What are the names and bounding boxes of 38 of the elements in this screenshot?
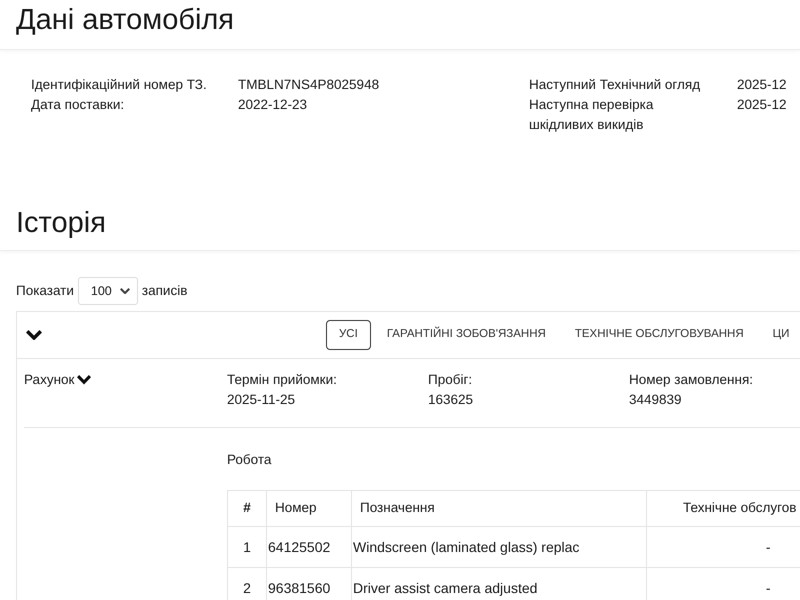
field-value: 2025-12 (737, 76, 787, 94)
table-cell: 96381560 (266, 568, 352, 600)
show-label: Показати (16, 282, 74, 300)
table-cell: Windscreen (laminated glass) replac (352, 526, 646, 568)
field-label: Наступний Технічний огляд (529, 76, 702, 94)
table-cell: 1 (228, 526, 266, 568)
page-title: Дані автомобіля (16, 3, 234, 37)
field-label: Термін прийомки: (227, 371, 338, 389)
filter-tab[interactable]: ГАРАНТІЙНІ ЗОБОВ'ЯЗАННЯ (386, 320, 547, 350)
section-label: Робота (227, 451, 272, 469)
table-cell: Driver assist camera adjusted (352, 568, 646, 600)
field-label: Номер замовлення: (629, 371, 754, 389)
filter-tab[interactable]: УСІ (326, 320, 371, 350)
field-label: Пробіг: (428, 371, 474, 389)
field-value: 2022-12-23 (238, 96, 308, 114)
table-cell: 2 (228, 568, 266, 600)
entries-label: записів (142, 282, 188, 300)
table-cell: 64125502 (266, 526, 352, 568)
table-header-cell: # (228, 490, 266, 526)
field-value: TMBLN7NS4P8025948 (238, 76, 380, 94)
invoice-toggle[interactable]: Рахунок (24, 370, 92, 390)
chevron-down-icon (77, 375, 92, 385)
chevron-down-icon[interactable] (26, 330, 42, 340)
table-header-cell: Позначення (352, 490, 646, 526)
field-value: 2025-11-25 (227, 391, 296, 409)
field-value: 2025-12 (737, 96, 787, 114)
table-header-cell: Номер (266, 490, 352, 526)
filter-tab[interactable]: ЦИ (772, 320, 790, 350)
table-header-cell: Технічне обслугов (646, 490, 800, 526)
entries-select[interactable]: 100 (78, 277, 138, 305)
filter-tab[interactable]: ТЕХНІЧНЕ ОБСЛУГОВУВАННЯ (574, 320, 745, 350)
field-value: 3449839 (629, 391, 683, 409)
field-label: Наступна перевірка шкідливих викидів (529, 96, 654, 134)
section-title: Історія (16, 206, 106, 240)
caret-icon (120, 288, 130, 294)
field-label: Ідентифікаційний номер ТЗ. (31, 76, 208, 94)
field-value: 163625 (428, 391, 474, 409)
field-label: Дата поставки: (31, 96, 126, 114)
